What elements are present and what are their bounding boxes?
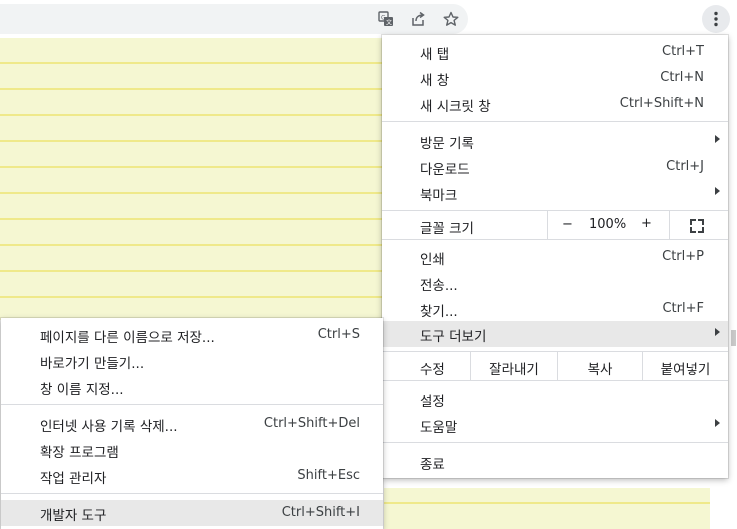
- menu-divider: [382, 239, 728, 240]
- menu-item-downloads[interactable]: 다운로드 Ctrl+J: [382, 154, 728, 180]
- menu-item-task-manager[interactable]: 작업 관리자 Shift+Esc: [1, 463, 383, 489]
- more-tools-submenu: 페이지를 다른 이름으로 저장... Ctrl+S 바로가기 만들기... 창 …: [1, 318, 383, 529]
- menu-label: 작업 관리자: [40, 471, 107, 487]
- menu-item-extensions[interactable]: 확장 프로그램: [1, 437, 383, 463]
- menu-item-more-tools[interactable]: 도구 더보기: [382, 321, 728, 347]
- submenu-arrow-icon: [715, 135, 720, 143]
- menu-item-save-page[interactable]: 페이지를 다른 이름으로 저장... Ctrl+S: [1, 322, 383, 348]
- svg-text:文: 文: [386, 19, 392, 27]
- menu-divider: [382, 442, 728, 443]
- menu-label: 새 탭: [420, 47, 450, 63]
- submenu-arrow-icon: [715, 328, 720, 336]
- cell-divider: [547, 211, 548, 239]
- menu-label: 다운로드: [420, 162, 470, 178]
- menu-label: 확장 프로그램: [40, 445, 119, 461]
- menu-item-new-incognito[interactable]: 새 시크릿 창 Ctrl+Shift+N: [382, 91, 728, 117]
- address-bar[interactable]: G文: [0, 4, 468, 34]
- translate-icon[interactable]: G文: [374, 7, 398, 31]
- menu-item-find[interactable]: 찾기... Ctrl+F: [382, 296, 728, 322]
- menu-shortcut: Ctrl+F: [662, 301, 704, 316]
- menu-shortcut: Ctrl+N: [660, 70, 704, 85]
- bookmark-star-icon[interactable]: [439, 7, 463, 31]
- paste-button[interactable]: 붙여넣기: [643, 358, 728, 378]
- menu-label: 전송...: [420, 278, 458, 294]
- menu-shortcut: Ctrl+Shift+Del: [263, 416, 360, 431]
- fullscreen-icon[interactable]: [690, 219, 704, 233]
- menu-item-help[interactable]: 도움말: [382, 412, 728, 438]
- menu-label: 인터넷 사용 기록 삭제...: [40, 419, 178, 435]
- menu-label: 찾기...: [420, 304, 458, 320]
- zoom-in-button[interactable]: +: [641, 216, 652, 231]
- menu-label: 방문 기록: [420, 136, 474, 152]
- chrome-main-menu: 새 탭 Ctrl+T 새 창 Ctrl+N 새 시크릿 창 Ctrl+Shift…: [382, 35, 728, 478]
- submenu-arrow-icon: [715, 187, 720, 195]
- menu-shortcut: Shift+Esc: [297, 468, 360, 483]
- menu-item-create-shortcut[interactable]: 바로가기 만들기...: [1, 348, 383, 374]
- menu-row-edit: 수정 잘라내기 복사 붙여넣기: [382, 352, 728, 380]
- zoom-out-button[interactable]: −: [562, 217, 573, 232]
- menu-shortcut: Ctrl+P: [662, 249, 704, 264]
- submenu-arrow-icon: [715, 419, 720, 427]
- menu-row-zoom: 글꼴 크기 − 100% +: [382, 211, 728, 239]
- scrollbar-thumb[interactable]: [731, 330, 736, 346]
- menu-shortcut: Ctrl+Shift+I: [281, 505, 360, 520]
- cell-divider: [669, 211, 670, 239]
- menu-label: 종료: [420, 457, 445, 473]
- menu-label: 새 시크릿 창: [420, 99, 491, 115]
- menu-shortcut: Ctrl+T: [662, 44, 704, 59]
- menu-label: 바로가기 만들기...: [40, 356, 145, 372]
- menu-label: 도구 더보기: [420, 329, 487, 345]
- lined-paper-background: [384, 488, 710, 529]
- menu-item-history[interactable]: 방문 기록: [382, 128, 728, 154]
- zoom-level: 100%: [589, 217, 627, 232]
- menu-label: 북마크: [420, 188, 458, 204]
- menu-item-exit[interactable]: 종료: [382, 449, 728, 475]
- menu-divider: [1, 493, 383, 494]
- menu-divider: [382, 121, 728, 122]
- menu-item-cast[interactable]: 전송...: [382, 270, 728, 296]
- menu-label: 개발자 도구: [40, 508, 107, 524]
- menu-item-new-window[interactable]: 새 창 Ctrl+N: [382, 65, 728, 91]
- menu-label: 창 이름 지정...: [40, 382, 124, 398]
- menu-item-name-window[interactable]: 창 이름 지정...: [1, 374, 383, 400]
- menu-label: 페이지를 다른 이름으로 저장...: [40, 330, 215, 346]
- share-icon[interactable]: [406, 7, 430, 31]
- menu-item-clear-browsing-data[interactable]: 인터넷 사용 기록 삭제... Ctrl+Shift+Del: [1, 411, 383, 437]
- menu-divider: [382, 380, 728, 381]
- menu-divider: [1, 404, 383, 405]
- more-menu-icon[interactable]: [702, 5, 730, 33]
- cut-button[interactable]: 잘라내기: [471, 358, 557, 378]
- menu-shortcut: Ctrl+S: [317, 327, 360, 342]
- menu-label: 새 창: [420, 73, 450, 89]
- menu-item-developer-tools[interactable]: 개발자 도구 Ctrl+Shift+I: [1, 500, 383, 526]
- menu-item-print[interactable]: 인쇄 Ctrl+P: [382, 244, 728, 270]
- lined-paper-background: [0, 38, 384, 320]
- menu-item-new-tab[interactable]: 새 탭 Ctrl+T: [382, 39, 728, 65]
- menu-label: 도움말: [420, 420, 458, 436]
- copy-button[interactable]: 복사: [558, 358, 642, 378]
- menu-label: 글꼴 크기: [420, 221, 474, 237]
- menu-label: 설정: [420, 394, 445, 410]
- menu-shortcut: Ctrl+J: [666, 159, 704, 174]
- menu-label: 인쇄: [420, 252, 445, 268]
- menu-shortcut: Ctrl+Shift+N: [619, 96, 704, 111]
- browser-toolbar: G文: [0, 0, 737, 38]
- menu-item-bookmarks[interactable]: 북마크: [382, 180, 728, 206]
- menu-label: 수정: [420, 362, 445, 378]
- menu-item-settings[interactable]: 설정: [382, 386, 728, 412]
